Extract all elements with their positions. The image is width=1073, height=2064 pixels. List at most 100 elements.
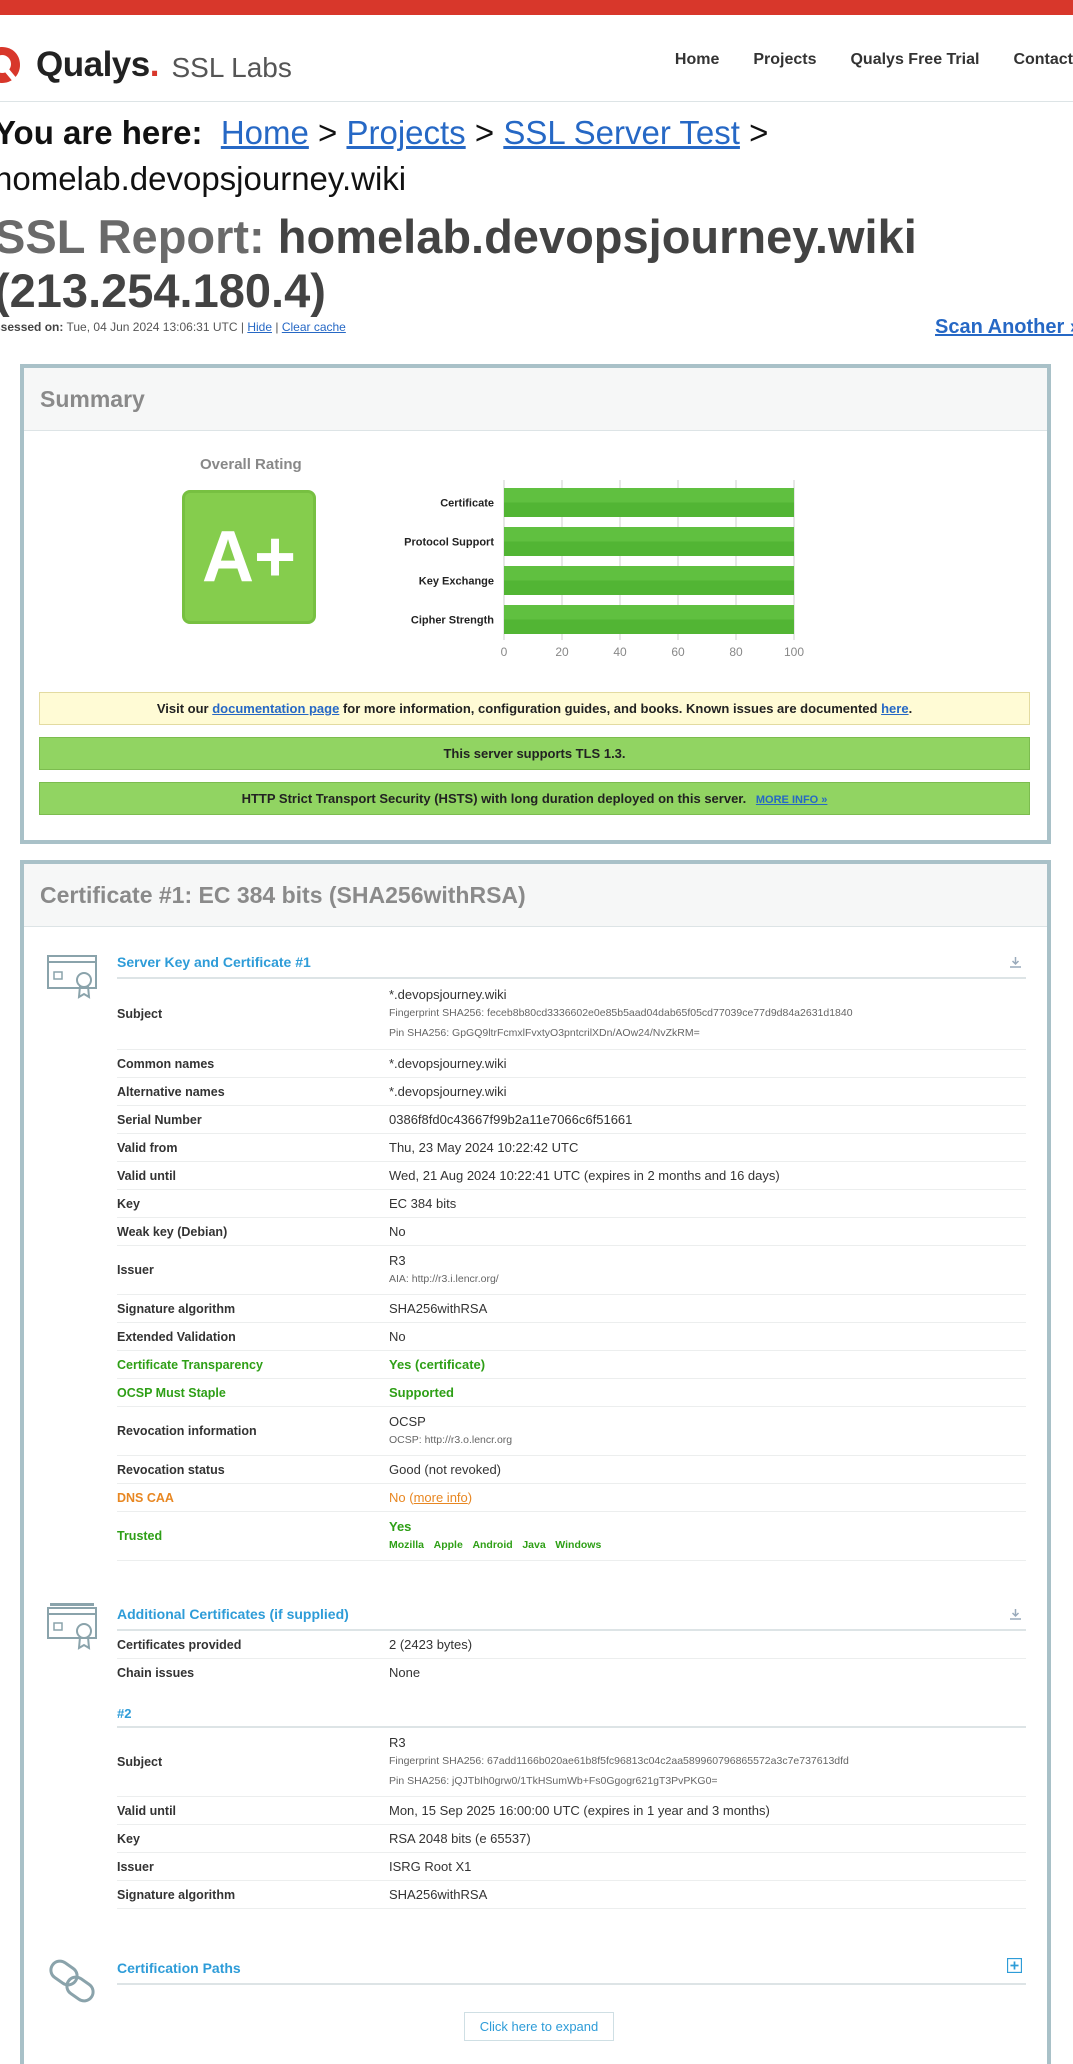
- row-value: OCSP OCSP: http://r3.o.lencr.org: [389, 1410, 1026, 1453]
- chain-link-icon: [49, 1959, 95, 2003]
- row-chain-issues: Chain issues None: [117, 1659, 1026, 1686]
- platform-android[interactable]: Android: [472, 1539, 512, 1551]
- separator: |: [275, 320, 279, 334]
- row-dns-caa: DNS CAA No (more info): [117, 1484, 1026, 1512]
- row-value: No: [389, 1224, 406, 1239]
- expand-paths-button[interactable]: Click here to expand: [464, 2012, 614, 2041]
- assessed-on: ssessed on: Tue, 04 Jun 2024 13:06:31 UT…: [0, 320, 346, 334]
- row-value: Supported: [389, 1385, 454, 1400]
- row-key: Extended Validation: [117, 1329, 236, 1344]
- additional-certificates-icon: [47, 1603, 97, 1650]
- breadcrumb: You are here: Home > Projects > SSL Serv…: [0, 110, 1073, 202]
- row-key: Signature algorithm: [117, 1887, 236, 1902]
- row-key: Issuer: [117, 1859, 154, 1874]
- nav-projects[interactable]: Projects: [753, 51, 816, 69]
- row-cert2-subject: Subject R3 Fingerprint SHA256: 67add1166…: [117, 1728, 1026, 1797]
- row-value: *.devopsjourney.wiki: [389, 1056, 507, 1071]
- platform-apple[interactable]: Apple: [434, 1539, 463, 1551]
- clear-cache-link[interactable]: Clear cache: [282, 320, 346, 334]
- platform-mozilla[interactable]: Mozilla: [389, 1539, 424, 1551]
- platform-java[interactable]: Java: [522, 1539, 545, 1551]
- bar-highlight: [504, 488, 794, 503]
- row-value: Mon, 15 Sep 2025 16:00:00 UTC (expires i…: [389, 1803, 770, 1818]
- title-host: homelab.devopsjourney.wiki: [277, 210, 917, 263]
- row-value: No (more info): [389, 1490, 473, 1505]
- platform-windows[interactable]: Windows: [555, 1539, 601, 1551]
- qualys-logo[interactable]: Qualys. SSL Labs: [0, 45, 292, 85]
- row-value: SHA256withRSA: [389, 1887, 488, 1902]
- download-icon[interactable]: [1009, 956, 1022, 969]
- breadcrumb-home[interactable]: Home: [221, 114, 309, 151]
- row-cert2-valid-until: Valid until Mon, 15 Sep 2025 16:00:00 UTC…: [117, 1797, 1026, 1825]
- breadcrumb-ssl-server-test[interactable]: SSL Server Test: [503, 114, 740, 151]
- hsts-notice: HTTP Strict Transport Security (HSTS) wi…: [39, 782, 1030, 815]
- issuer-name: R3: [389, 1252, 406, 1268]
- x-tick-label: 0: [501, 645, 508, 659]
- cert2-fingerprint: Fingerprint SHA256: 67add1166b020ae61b8f…: [389, 1754, 849, 1767]
- row-key: Chain issues: [117, 1665, 195, 1680]
- download-icon[interactable]: [1009, 1608, 1022, 1621]
- bar-category-label: Protocol Support: [404, 537, 494, 549]
- row-key: Key: [117, 1196, 140, 1211]
- section-title-text: Server Key and Certificate #1: [117, 954, 311, 970]
- row-serial: Serial Number 0386f8fd0c43667f99b2a11e706…: [117, 1106, 1026, 1134]
- row-ocsp-must-staple: OCSP Must Staple Supported: [117, 1379, 1026, 1407]
- notice-text: Visit our: [156, 701, 209, 716]
- bar-highlight: [504, 605, 794, 620]
- server-key-title: Server Key and Certificate #1: [117, 954, 1026, 979]
- certificate-panel: Certificate #1: EC 384 bits (SHA256withR…: [20, 860, 1051, 2064]
- known-issues-link[interactable]: here: [881, 701, 908, 716]
- overall-grade: A+: [182, 490, 316, 624]
- row-cert2-signature: Signature algorithm SHA256withRSA: [117, 1881, 1026, 1909]
- bar-category-label: Certificate: [440, 498, 494, 510]
- expand-plus-icon[interactable]: [1007, 1958, 1022, 1973]
- row-key: DNS CAA: [117, 1490, 174, 1505]
- trust-platforms: Mozilla Apple Android Java Windows: [389, 1535, 1026, 1554]
- summary-panel: Summary Overall Rating A+ 0 20 40 60 80 100 Ce…: [20, 364, 1051, 844]
- row-value: Wed, 21 Aug 2024 10:22:41 UTC (expires i…: [389, 1168, 780, 1183]
- notice-text: .: [908, 701, 913, 716]
- scan-another-link[interactable]: Scan Another »: [935, 316, 1073, 339]
- row-revocation-info: Revocation information OCSP OCSP: http:/…: [117, 1407, 1026, 1456]
- row-extended-validation: Extended Validation No: [117, 1323, 1026, 1351]
- title-prefix: SSL Report:: [0, 210, 265, 263]
- bar-highlight: [504, 527, 794, 542]
- row-key-type: Key EC 384 bits: [117, 1190, 1026, 1218]
- certification-paths-title: Certification Paths: [117, 1958, 1026, 1985]
- row-value: R3 Fingerprint SHA256: 67add1166b020ae61…: [389, 1731, 1026, 1794]
- breadcrumb-sep: >: [749, 114, 769, 151]
- nav-contact[interactable]: Contact: [1013, 51, 1073, 69]
- row-value: RSA 2048 bits (e 65537): [389, 1831, 531, 1846]
- tls13-notice: This server supports TLS 1.3.: [39, 737, 1030, 770]
- row-value: 0386f8fd0c43667f99b2a11e7066c6f51661: [389, 1112, 633, 1127]
- row-valid-from: Valid from Thu, 23 May 2024 10:22:42 UTC: [117, 1134, 1026, 1162]
- breadcrumb-projects[interactable]: Projects: [346, 114, 465, 151]
- rating-chart: 0 20 40 60 80 100 Certificate Protocol Support K…: [404, 480, 804, 659]
- certificate-title: Certificate #1: EC 384 bits (SHA256withR…: [24, 864, 1047, 927]
- row-value: Thu, 23 May 2024 10:22:42 UTC: [389, 1140, 579, 1155]
- caa-more-info-link[interactable]: more info: [414, 1490, 468, 1505]
- cert-2-title: #2: [117, 1702, 1026, 1728]
- breadcrumb-current: homelab.devopsjourney.wiki: [0, 160, 407, 197]
- documentation-page-link[interactable]: documentation page: [212, 701, 339, 716]
- hsts-more-info-link[interactable]: MORE INFO »: [756, 794, 828, 806]
- row-valid-until: Valid until Wed, 21 Aug 2024 10:22:41 UTC…: [117, 1162, 1026, 1190]
- x-tick-label: 20: [555, 645, 569, 659]
- row-key: Weak key (Debian): [117, 1224, 228, 1239]
- breadcrumb-sep: >: [318, 114, 338, 151]
- row-cert2-issuer: Issuer ISRG Root X1: [117, 1853, 1026, 1881]
- main-nav: Home Projects Qualys Free Trial Contact: [641, 51, 1073, 69]
- breadcrumb-sep: >: [474, 114, 495, 151]
- title-ip: (213.254.180.4): [0, 264, 326, 317]
- row-alt-names: Alternative names *.devopsjourney.wiki: [117, 1078, 1026, 1106]
- assessed-label: ssessed on:: [0, 320, 64, 334]
- qualys-shield-icon: [0, 47, 20, 83]
- nav-free-trial[interactable]: Qualys Free Trial: [850, 51, 979, 69]
- hide-link[interactable]: Hide: [247, 320, 272, 334]
- certificate-icon: [47, 955, 97, 999]
- bar-category-label: Key Exchange: [419, 576, 494, 588]
- row-key: Key: [117, 1831, 140, 1846]
- nav-home[interactable]: Home: [675, 51, 719, 69]
- summary-title: Summary: [24, 368, 1047, 431]
- row-value: EC 384 bits: [389, 1196, 457, 1211]
